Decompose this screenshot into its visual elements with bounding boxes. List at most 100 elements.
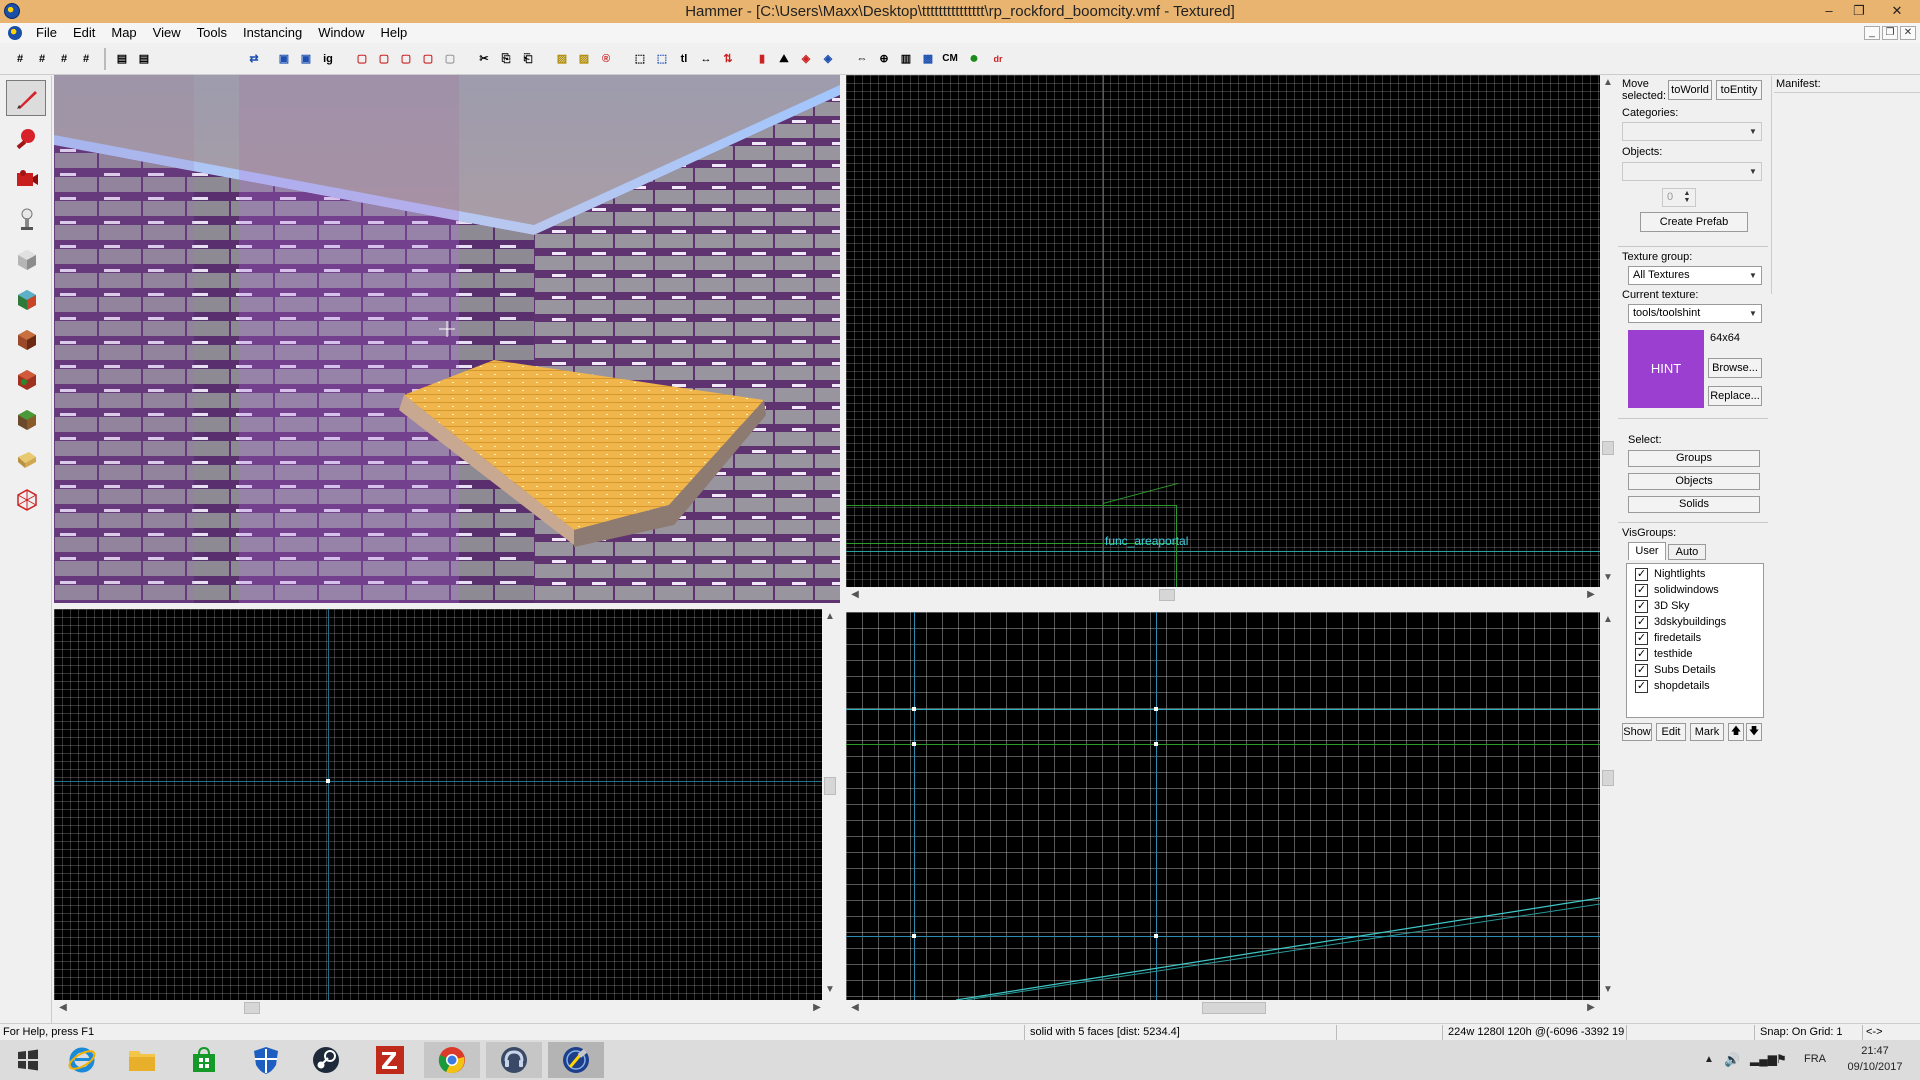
cordon-edit-icon[interactable]: ▨ xyxy=(574,49,594,69)
tab-auto[interactable]: Auto xyxy=(1668,544,1706,560)
scroll-up-arrow[interactable]: ▲ xyxy=(1601,77,1615,88)
visgroup-item[interactable]: ✓ solidwindows xyxy=(1635,582,1719,598)
chrome-taskbar[interactable] xyxy=(424,1042,480,1078)
teamspeak-taskbar[interactable] xyxy=(486,1042,542,1078)
scroll-thumb[interactable] xyxy=(1602,441,1614,455)
visgroups-list[interactable]: ✓ Nightlights ✓ solidwindows ✓ 3D Sky ✓ 3dsk… xyxy=(1626,563,1764,718)
visgroup-item[interactable]: ✓ firedetails xyxy=(1635,630,1701,646)
document-icon[interactable] xyxy=(8,26,22,40)
checkbox-checked-icon[interactable]: ✓ xyxy=(1635,679,1648,693)
cut-icon[interactable]: ✂ xyxy=(474,49,494,69)
checkbox-checked-icon[interactable]: ✓ xyxy=(1635,631,1648,645)
block-tool[interactable] xyxy=(6,240,46,276)
scroll-up-arrow[interactable]: ▲ xyxy=(823,611,837,622)
front-viewport-hscroll[interactable]: ◀ ▶ xyxy=(54,1000,838,1016)
checkbox-checked-icon[interactable]: ✓ xyxy=(1635,599,1648,613)
flip-horizontal-icon[interactable]: ↔ xyxy=(696,49,716,69)
spinner-arrows-icon[interactable]: ▲ ▼ xyxy=(1680,190,1694,205)
toggle-sprites-icon[interactable]: ◈ xyxy=(796,49,816,69)
top-viewport-hscroll[interactable]: ◀ ▶ xyxy=(846,587,1600,603)
manifest-list[interactable] xyxy=(1774,92,1920,292)
hide-selected-icon[interactable]: ▢ xyxy=(352,49,372,69)
decal-tool[interactable] xyxy=(6,360,46,396)
radius-culling-icon[interactable]: ® xyxy=(596,49,616,69)
browse-button[interactable]: Browse... xyxy=(1708,358,1762,378)
checkbox-checked-icon[interactable]: ✓ xyxy=(1635,647,1648,661)
scroll-left-arrow[interactable]: ◀ xyxy=(56,1002,70,1013)
visgroup-edit-button[interactable]: Edit xyxy=(1656,723,1686,741)
select-groups-button[interactable]: Groups xyxy=(1628,450,1760,467)
top-viewport-vscroll[interactable]: ▲ ▼ xyxy=(1600,75,1616,587)
scroll-thumb[interactable] xyxy=(1159,589,1175,601)
start-button[interactable] xyxy=(0,1042,56,1078)
hammer-taskbar[interactable] xyxy=(548,1042,604,1078)
texture-group-select[interactable]: All Textures ▼ xyxy=(1628,266,1762,285)
clock-time[interactable]: 21:47 xyxy=(1848,1045,1902,1057)
carve-icon[interactable]: ⇄ xyxy=(244,49,264,69)
instance-icon[interactable]: ⊕ xyxy=(874,49,894,69)
area-portals-icon[interactable]: ▥ xyxy=(896,49,916,69)
paste-icon[interactable]: ⎗ xyxy=(518,49,538,69)
menu-window[interactable]: Window xyxy=(310,23,372,43)
menu-instancing[interactable]: Instancing xyxy=(235,23,310,43)
camera-tool[interactable] xyxy=(6,160,46,196)
hollow-icon[interactable]: ▣ xyxy=(274,49,294,69)
2d-viewport-side[interactable] xyxy=(846,612,1600,1000)
tab-user[interactable]: User xyxy=(1628,542,1666,560)
objects-select[interactable]: ▼ xyxy=(1622,162,1762,181)
scroll-thumb[interactable] xyxy=(1602,770,1614,786)
filezilla-taskbar[interactable] xyxy=(362,1042,418,1078)
toggle-3d-grid-icon[interactable]: # xyxy=(32,49,52,69)
file-explorer-taskbar[interactable] xyxy=(114,1042,170,1078)
close-button[interactable]: ✕ xyxy=(1874,0,1920,23)
texture-application-tool[interactable] xyxy=(6,280,46,316)
scroll-left-arrow[interactable]: ◀ xyxy=(848,1002,862,1013)
side-viewport-hscroll[interactable]: ◀ ▶ xyxy=(846,1000,1600,1016)
toggle-helpers-icon[interactable]: ⬚ xyxy=(630,49,650,69)
tray-overflow-icon[interactable]: ▲ xyxy=(1704,1054,1714,1065)
scroll-down-arrow[interactable]: ▼ xyxy=(1601,572,1615,583)
flip-vertical-icon[interactable]: ⇅ xyxy=(718,49,738,69)
object-count-spinner[interactable]: 0 ▲ ▼ xyxy=(1662,188,1696,207)
texture-lock-icon[interactable]: ▣ xyxy=(296,49,316,69)
steam-taskbar[interactable] xyxy=(298,1042,354,1078)
menu-help[interactable]: Help xyxy=(372,23,415,43)
document-restore-button[interactable]: ❐ xyxy=(1882,26,1898,40)
toggle-detail-icon[interactable]: ◈ xyxy=(818,49,838,69)
run-map-icon[interactable]: ● xyxy=(964,49,984,69)
categories-select[interactable]: ▼ xyxy=(1622,122,1762,141)
3d-viewport[interactable] xyxy=(54,75,840,603)
select-objects-button[interactable]: Objects xyxy=(1628,473,1760,490)
ungroup-icon[interactable]: ▤ xyxy=(134,49,154,69)
entity-tool[interactable] xyxy=(6,200,46,236)
visgroup-item[interactable]: ✓ Subs Details xyxy=(1635,662,1716,678)
action-center-flag-icon[interactable]: ⚑ xyxy=(1776,1052,1787,1066)
texture-lock-toggle-icon[interactable]: tl xyxy=(674,49,694,69)
select-by-handles-icon[interactable]: ⬚ xyxy=(652,49,672,69)
scroll-thumb[interactable] xyxy=(824,777,836,795)
visgroup-disabled-icon[interactable]: ▢ xyxy=(440,49,460,69)
occluders-icon[interactable]: ▩ xyxy=(918,49,938,69)
autovisgroups-icon[interactable]: ⇔ xyxy=(852,49,872,69)
menu-map[interactable]: Map xyxy=(103,23,144,43)
checkbox-checked-icon[interactable]: ✓ xyxy=(1635,567,1648,581)
2d-viewport-top[interactable]: func_areaportal xyxy=(846,75,1600,587)
checkbox-checked-icon[interactable]: ✓ xyxy=(1635,663,1648,677)
move-to-visgroup-icon[interactable]: ▢ xyxy=(418,49,438,69)
input-language[interactable]: FRA xyxy=(1804,1053,1826,1065)
visgroup-item[interactable]: ✓ testhide xyxy=(1635,646,1693,662)
scroll-right-arrow[interactable]: ▶ xyxy=(810,1002,824,1013)
scroll-up-arrow[interactable]: ▲ xyxy=(1601,614,1615,625)
scroll-right-arrow[interactable]: ▶ xyxy=(1584,589,1598,600)
defender-taskbar[interactable] xyxy=(238,1042,294,1078)
visgroup-show-button[interactable]: Show xyxy=(1622,723,1652,741)
toggle-grid-icon[interactable]: # xyxy=(10,49,30,69)
visgroup-item[interactable]: ✓ 3dskybuildings xyxy=(1635,614,1726,630)
document-minimize-button[interactable]: _ xyxy=(1864,26,1880,40)
select-solids-button[interactable]: Solids xyxy=(1628,496,1760,513)
internet-explorer-taskbar[interactable] xyxy=(54,1042,110,1078)
minimize-button[interactable]: – xyxy=(1814,0,1844,23)
front-viewport-vscroll[interactable]: ▲ ▼ xyxy=(822,609,838,1000)
menu-edit[interactable]: Edit xyxy=(65,23,103,43)
scroll-right-arrow[interactable]: ▶ xyxy=(1584,1002,1598,1013)
